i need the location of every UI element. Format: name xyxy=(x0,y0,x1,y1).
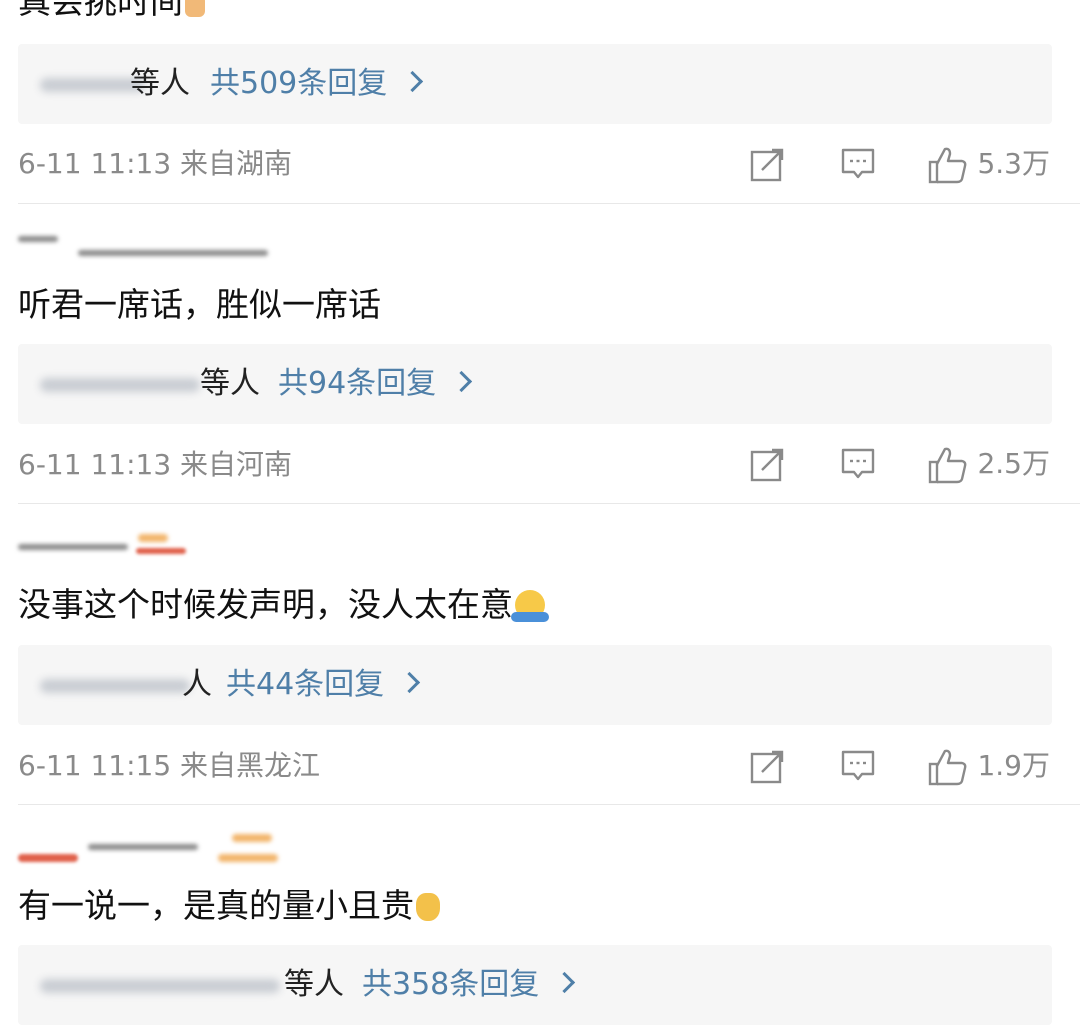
like-count: 1.9万 xyxy=(977,749,1050,782)
comment-location: 来自河南 xyxy=(180,448,293,481)
reply-summary[interactable]: 等人 共509条回复 xyxy=(18,44,1052,124)
chevron-right-icon xyxy=(554,971,576,994)
comment-icon[interactable] xyxy=(840,748,876,784)
comment-actions: 2.5万 xyxy=(750,444,1050,484)
comment-text-content: 有一说一，是真的量小且贵 xyxy=(18,886,414,925)
comment-location: 来自黑龙江 xyxy=(180,749,321,782)
reply-authors-suffix: 等人 xyxy=(130,66,190,101)
thumbs-up-emoji-icon xyxy=(185,0,205,17)
comment-meta: 6-11 11:15 来自黑龙江 xyxy=(18,748,320,784)
comment-text-content: 真会挑时间 xyxy=(18,0,183,21)
chevron-right-icon xyxy=(402,70,424,93)
divider xyxy=(18,203,1080,204)
comment-time: 6-11 11:13 xyxy=(18,448,172,481)
sad-emoji-icon xyxy=(416,893,440,921)
comment-icon[interactable] xyxy=(840,446,876,482)
share-icon[interactable] xyxy=(750,446,786,482)
reply-summary[interactable]: 等人 共94条回复 xyxy=(18,344,1052,424)
reply-authors-suffix: 等人 xyxy=(200,366,260,401)
reply-count-link[interactable]: 共94条回复 xyxy=(278,364,473,404)
reply-summary[interactable]: 等人 共358条回复 xyxy=(18,945,1052,1025)
comment-meta: 6-11 11:13 来自河南 xyxy=(18,447,292,483)
reply-count-text: 共509条回复 xyxy=(210,66,388,101)
redacted-author-name[interactable] xyxy=(18,530,298,564)
redacted-reply-authors xyxy=(40,967,280,1003)
chevron-right-icon xyxy=(451,370,473,393)
thumbs-up-icon[interactable] xyxy=(928,146,968,184)
reply-authors-suffix: 等人 xyxy=(284,967,344,1002)
comment-actions: 5.3万 xyxy=(750,144,1050,184)
comment-text-content: 没事这个时候发声明，没人太在意 xyxy=(18,585,513,624)
shrug-emoji-icon xyxy=(511,590,549,622)
redacted-author-name[interactable] xyxy=(18,830,298,864)
comment-time: 6-11 11:15 xyxy=(18,749,172,782)
thumbs-up-icon[interactable] xyxy=(928,748,968,786)
thumbs-up-icon[interactable] xyxy=(928,446,968,484)
comment-actions: 1.9万 xyxy=(750,746,1050,786)
reply-count-text: 共358条回复 xyxy=(362,967,540,1002)
reply-count-link[interactable]: 共509条回复 xyxy=(210,64,424,104)
share-icon[interactable] xyxy=(750,748,786,784)
divider xyxy=(18,503,1080,504)
share-icon[interactable] xyxy=(750,146,786,182)
like-count: 5.3万 xyxy=(977,147,1050,180)
chevron-right-icon xyxy=(399,671,421,694)
reply-authors-suffix: 人 xyxy=(182,667,212,702)
comment-icon[interactable] xyxy=(840,146,876,182)
comment-location: 来自湖南 xyxy=(180,147,293,180)
comment-text: 有一说一，是真的量小且贵 xyxy=(18,884,440,928)
reply-summary[interactable]: 人 共44条回复 xyxy=(18,645,1052,725)
reply-count-text: 共94条回复 xyxy=(278,366,437,401)
comment-text: 真会挑时间 xyxy=(18,0,205,22)
comment-time: 6-11 11:13 xyxy=(18,147,172,180)
reply-count-text: 共44条回复 xyxy=(226,667,385,702)
like-count: 2.5万 xyxy=(977,447,1050,480)
divider xyxy=(18,804,1080,805)
reply-count-link[interactable]: 共44条回复 xyxy=(226,665,421,705)
comment-text: 听君一席话，胜似一席话 xyxy=(18,285,381,324)
comment-text: 没事这个时候发声明，没人太在意 xyxy=(18,583,549,627)
reply-count-link[interactable]: 共358条回复 xyxy=(362,965,576,1005)
comment-meta: 6-11 11:13 来自湖南 xyxy=(18,146,292,182)
redacted-author-name[interactable] xyxy=(18,230,298,264)
